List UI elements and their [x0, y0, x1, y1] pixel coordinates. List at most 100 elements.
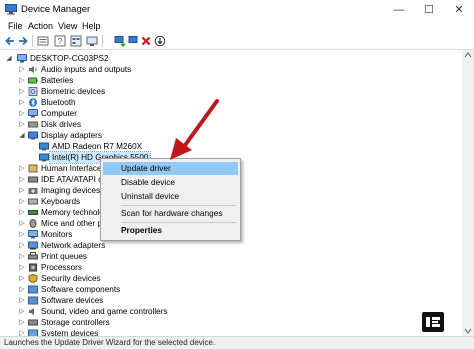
tree-category-label: Processors [41, 263, 82, 272]
expand-chevron-icon[interactable]: ▷ [18, 108, 26, 119]
forward-arrow-icon[interactable] [17, 35, 29, 47]
context-menu-update-driver[interactable]: Update driver [103, 162, 238, 175]
help-icon[interactable]: ? [54, 35, 66, 47]
tree-category-label: Imaging devices [41, 186, 101, 195]
biometric-icon [28, 87, 38, 96]
scan-hardware-icon[interactable] [86, 35, 98, 47]
vertical-scrollbar[interactable] [462, 50, 474, 336]
expand-chevron-icon[interactable]: ▷ [18, 163, 26, 174]
display-adapter-icon [39, 153, 49, 162]
context-menu-scan-hardware[interactable]: Scan for hardware changes [103, 207, 238, 220]
context-menu-separator [121, 205, 236, 206]
enable-device-icon[interactable] [154, 35, 166, 47]
expand-chevron-icon[interactable]: ▷ [18, 174, 26, 185]
uninstall-icon[interactable] [128, 35, 140, 47]
tree-category-label: Mice and other poi [41, 219, 109, 228]
menu-help[interactable]: Help [82, 21, 101, 31]
expand-chevron-icon[interactable]: ▷ [18, 295, 26, 306]
software-device-icon [28, 296, 38, 305]
tree-category-label: Batteries [41, 76, 74, 85]
computer-icon [28, 109, 38, 118]
status-bar: Launches the Update Driver Wizard for th… [0, 336, 474, 349]
expand-chevron-icon[interactable]: ▷ [18, 229, 26, 240]
remove-x-icon[interactable] [140, 35, 152, 47]
menu-action[interactable]: Action [28, 21, 53, 31]
expand-chevron-icon[interactable]: ▷ [18, 317, 26, 328]
tree-category-label: Security devices [41, 274, 101, 283]
context-menu-properties[interactable]: Properties [103, 224, 238, 237]
tree-category-label: System devices [41, 329, 99, 336]
context-menu-item-label: Scan for hardware changes [121, 208, 223, 218]
expand-chevron-icon[interactable]: ▷ [18, 119, 26, 130]
expand-chevron-icon[interactable]: ▷ [18, 273, 26, 284]
context-menu-disable-device[interactable]: Disable device [103, 176, 238, 189]
expand-chevron-icon[interactable]: ▷ [18, 86, 26, 97]
monitor-icon [28, 230, 38, 239]
expand-chevron-icon[interactable]: ▷ [18, 240, 26, 251]
display-adapter-label: AMD Radeon R7 M260X [52, 142, 143, 151]
view-toggle-icon[interactable] [70, 35, 82, 47]
context-menu-item-label: Disable device [121, 177, 175, 187]
svg-text:?: ? [58, 37, 63, 46]
expand-chevron-icon[interactable]: ▷ [18, 218, 26, 229]
menu-file[interactable]: File [8, 21, 23, 31]
security-device-icon [28, 274, 38, 283]
network-adapter-icon [28, 241, 38, 250]
processor-icon [29, 263, 37, 272]
toolbar-separator [32, 35, 33, 47]
expand-chevron-icon[interactable]: ▷ [18, 284, 26, 295]
context-menu-uninstall-device[interactable]: Uninstall device [103, 190, 238, 203]
scroll-up-arrow-icon[interactable] [464, 52, 472, 58]
tree-category-label: Monitors [41, 230, 73, 239]
tree-category-label: Memory technolog [41, 208, 109, 217]
watermark-logo-icon [426, 317, 440, 327]
expand-chevron-icon[interactable]: ▷ [18, 64, 26, 75]
tree-category-label: Biometric devices [41, 87, 106, 96]
disk-drive-icon [28, 121, 38, 128]
menu-bar: File Action View Help [0, 20, 474, 33]
tree-category-label: Display adapters [41, 131, 102, 140]
back-arrow-icon[interactable] [4, 35, 16, 47]
collapse-chevron-icon[interactable]: ◢ [5, 53, 13, 64]
title-bar: Device Manager — ☐ ✕ [0, 0, 474, 20]
tree-category-label: Storage controllers [41, 318, 110, 327]
expand-chevron-icon[interactable]: ▷ [18, 196, 26, 207]
expand-chevron-icon[interactable]: ▷ [18, 97, 26, 108]
keyboard-icon [28, 198, 38, 205]
hid-icon [28, 164, 38, 173]
expand-chevron-icon[interactable]: ▷ [18, 262, 26, 273]
status-text: Launches the Update Driver Wizard for th… [4, 338, 216, 347]
expand-chevron-icon[interactable]: ▷ [18, 185, 26, 196]
ide-controller-icon [28, 176, 38, 183]
bluetooth-icon [29, 98, 37, 107]
toolbar: ? [0, 33, 474, 50]
properties-icon[interactable] [37, 35, 49, 47]
expand-chevron-icon[interactable]: ▷ [18, 306, 26, 317]
window-title: Device Manager [21, 4, 91, 15]
software-component-icon [28, 285, 38, 294]
expand-chevron-icon[interactable]: ▷ [18, 328, 26, 336]
maximize-button[interactable]: ☐ [414, 0, 444, 20]
tree-category-label: Software components [41, 285, 121, 294]
memory-icon [28, 210, 38, 215]
expand-chevron-icon[interactable]: ▷ [18, 75, 26, 86]
collapse-chevron-icon[interactable]: ◢ [18, 130, 26, 141]
computer-icon [17, 54, 27, 63]
context-menu-item-label: Uninstall device [121, 191, 180, 201]
scroll-down-arrow-icon[interactable] [464, 328, 472, 334]
toolbar-separator [102, 35, 103, 47]
tree-category-label: Software devices [41, 296, 104, 305]
display-adapter-icon [39, 142, 49, 151]
expand-chevron-icon[interactable]: ▷ [18, 251, 26, 262]
storage-controller-icon [28, 319, 38, 326]
minimize-button[interactable]: — [384, 0, 414, 20]
printer-icon [28, 252, 38, 260]
update-driver-icon[interactable] [114, 35, 126, 47]
audio-icon [29, 66, 37, 73]
tree-category-label: Disk drives [41, 120, 82, 129]
expand-chevron-icon[interactable]: ▷ [18, 207, 26, 218]
tree-category-label: Sound, video and game controllers [41, 307, 168, 316]
close-button[interactable]: ✕ [444, 0, 474, 20]
display-adapter-icon [28, 131, 38, 140]
menu-view[interactable]: View [58, 21, 77, 31]
